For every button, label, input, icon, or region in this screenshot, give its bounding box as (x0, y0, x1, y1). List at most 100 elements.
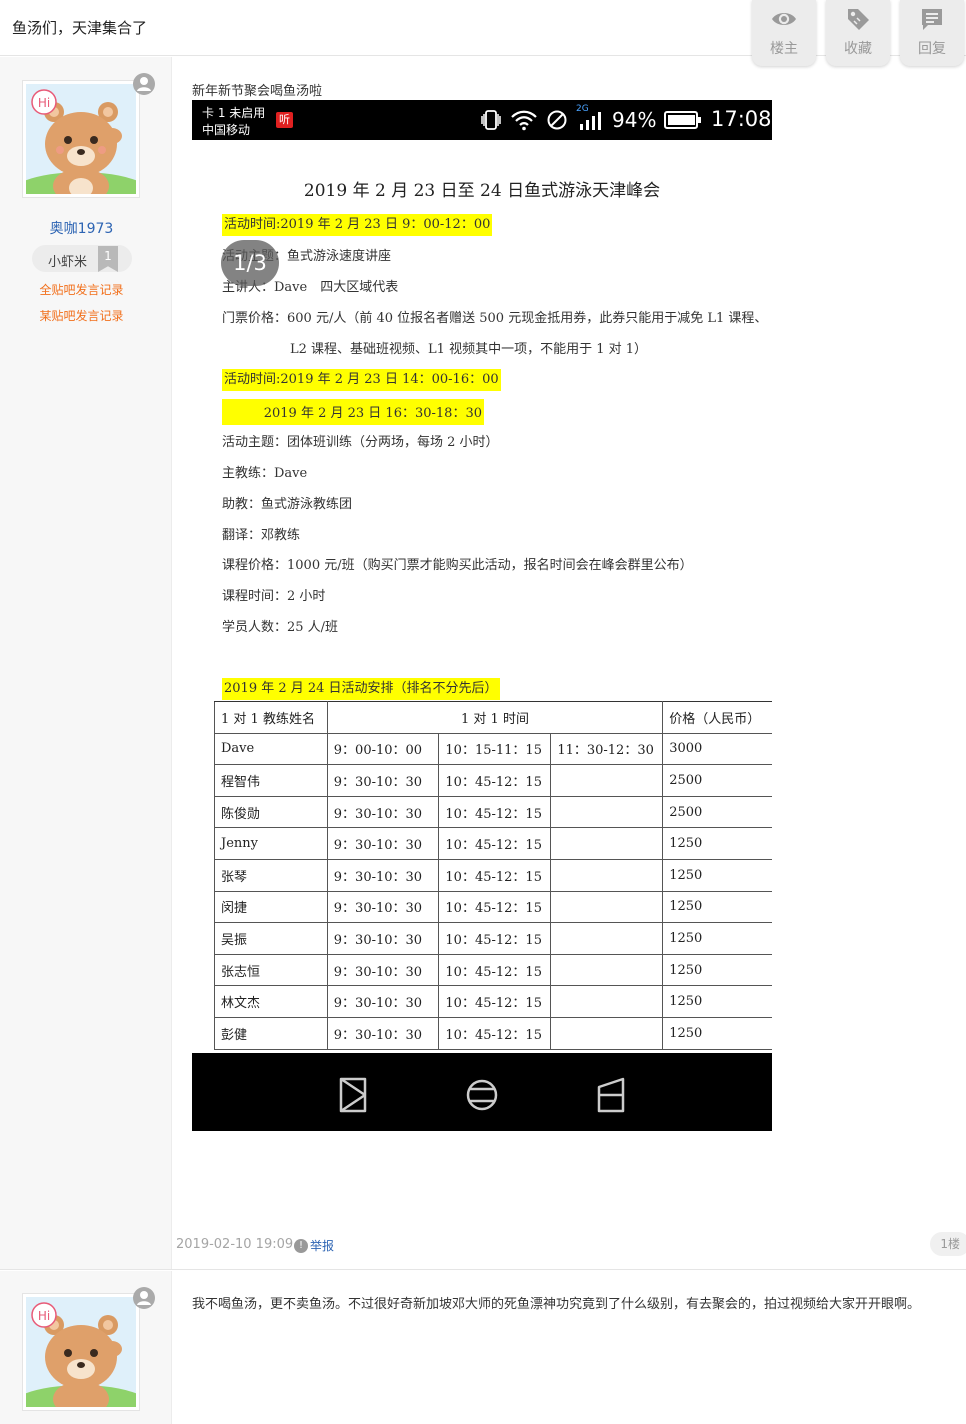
table-row: 张志恒 9：30-10：30 10：45-12：15 1250 (214, 953, 772, 987)
table-row: 吴振 9：30-10：30 10：45-12：15 1250 (214, 922, 772, 955)
tag-icon (848, 9, 869, 30)
signal-icon (580, 112, 601, 130)
table-cell (550, 985, 664, 1018)
carrier-name: 中国移动 (202, 123, 251, 137)
vibrate-icon (481, 110, 501, 130)
author-sidebar: Hi (0, 1271, 172, 1424)
doc-line: 门票价格：600 元/人（前 40 位报名者赠送 500 元现金抵用券，此券只能… (222, 311, 768, 326)
table-row: 彭健 9：30-10：30 10：45-12：15 1250 (214, 1016, 772, 1050)
report-link[interactable]: ! 举报 (294, 1237, 334, 1254)
post-image[interactable]: 卡 1 未启用 中国移动 听 2G 94% 17:08 2019 年 2 月 2… (192, 100, 772, 1131)
post-text: 我不喝鱼汤，更不卖鱼汤。不过很好奇新加坡邓大师的死鱼漂神功究竟到了什么级别，有去… (192, 1297, 921, 1312)
bear-avatar-image: Hi (26, 84, 136, 194)
svg-text:Hi: Hi (38, 96, 50, 110)
back-nav-icon[interactable] (338, 1075, 368, 1115)
doc-line: L2 课程、基础班视频、L1 视频其中一项，不能用于 1 对 1） (290, 342, 648, 357)
table-cell: 10：45-12：15 (438, 827, 552, 860)
table-cell: Jenny (214, 827, 328, 860)
post-floor-1: Hi 奥咖1973 小虾米 1 全贴吧发言记录 某贴吧发言记录 新年新节聚会喝鱼… (0, 57, 966, 1270)
table-row: 林文杰 9：30-10：30 10：45-12：15 1250 (214, 985, 772, 1018)
table-cell (550, 890, 664, 924)
table-cell (550, 764, 664, 797)
table-cell: Dave (214, 732, 328, 766)
reply-label: 回复 (918, 41, 946, 57)
home-nav-icon[interactable] (465, 1075, 499, 1115)
table-cell: 9：30-10：30 (326, 764, 440, 797)
table-cell: 闵捷 (214, 890, 328, 924)
owner-only-label: 楼主 (770, 41, 798, 57)
doc-line: 2019 年 2 月 24 日活动安排（排名不分先后） (222, 677, 500, 700)
table-cell: 张琴 (214, 858, 328, 892)
table-cell: 9：30-10：30 (326, 953, 440, 987)
status-icons: 2G 94% (480, 104, 702, 132)
doc-line: 翻译：邓教练 (222, 528, 301, 543)
sim1-status: 卡 1 未启用 (202, 106, 266, 120)
table-cell: 2500 (662, 795, 772, 829)
table-cell: 9：30-10：30 (326, 1016, 440, 1050)
table-cell: 9：30-10：30 (326, 827, 440, 860)
post-text: 新年新节聚会喝鱼汤啦 (192, 84, 323, 99)
table-cell: 林文杰 (214, 985, 328, 1018)
table-cell: 3000 (662, 732, 772, 766)
recent-nav-icon[interactable] (596, 1075, 626, 1115)
table-row: 陈俊勋 9：30-10：30 10：45-12：15 2500 (214, 795, 772, 829)
table-cell (550, 1016, 664, 1050)
wifi-icon (511, 110, 537, 131)
phone-status-bar: 卡 1 未启用 中国移动 听 2G 94% 17:08 (192, 100, 772, 140)
table-cell: 10：15-11：15 (438, 732, 552, 766)
table-cell: 9：00-10：00 (326, 732, 440, 766)
table-cell (550, 795, 664, 829)
table-cell: 彭健 (214, 1016, 328, 1050)
table-cell: 1250 (662, 985, 772, 1018)
all-forum-record-link[interactable]: 全贴吧发言记录 (0, 281, 163, 298)
table-cell (550, 858, 664, 892)
doc-line: 活动时间:2019 年 2 月 23 日 14：00-16：00 (222, 368, 501, 391)
table-cell: 吴振 (214, 922, 328, 955)
battery-icon (664, 111, 702, 129)
table-cell: 10：45-12：15 (438, 764, 552, 797)
no-sim-icon (547, 110, 567, 130)
floor-number: 1楼 (930, 1232, 966, 1256)
eye-icon (772, 13, 796, 25)
hd-icon: 听 (276, 112, 293, 128)
table-cell: 11：30-12：30 (550, 732, 664, 766)
phone-nav-bar (192, 1053, 772, 1131)
table-cell (550, 827, 664, 860)
doc-line: 主教练：Dave (222, 466, 308, 481)
table-cell (550, 953, 664, 987)
doc-line: 课程价格：1000 元/班（购买门票才能购买此活动，报名时间会在峰会群里公布） (222, 558, 693, 573)
signal-indicator: 2G (576, 104, 604, 132)
avatar[interactable]: Hi (22, 80, 140, 198)
table-cell: 10：45-12：15 (438, 795, 552, 829)
schedule-table: 1 对 1 教练姓名 1 对 1 时间 价格（人民币） Dave 9：00-10：… (214, 701, 772, 1050)
table-cell: 1250 (662, 922, 772, 955)
user-status-icon (133, 73, 155, 95)
table-cell: 9：30-10：30 (326, 795, 440, 829)
post-footer: 2019-02-10 19:09 ! 举报 1楼 (172, 1227, 966, 1263)
table-row: 张琴 9：30-10：30 10：45-12：15 1250 (214, 858, 772, 892)
avatar[interactable]: Hi (22, 1293, 140, 1411)
table-cell: 10：45-12：15 (438, 922, 552, 955)
this-forum-record-link[interactable]: 某贴吧发言记录 (0, 307, 163, 324)
alert-icon: ! (294, 1238, 308, 1253)
username[interactable]: 奥咖1973 (0, 218, 163, 238)
doc-line: 学员人数：25 人/班 (222, 620, 339, 635)
favorite-label: 收藏 (844, 41, 872, 57)
table-header: 1 对 1 教练姓名 (214, 701, 328, 734)
badge-name: 小虾米 (48, 255, 88, 270)
badge-level: 1 (98, 246, 118, 272)
table-cell: 程智伟 (214, 764, 328, 797)
table-header: 价格（人民币） (662, 701, 772, 734)
member-badge[interactable]: 小虾米 1 (32, 245, 132, 272)
image-pager: 1/3 (221, 240, 279, 286)
table-row: Jenny 9：30-10：30 10：45-12：15 1250 (214, 827, 772, 860)
table-cell: 1250 (662, 1016, 772, 1050)
user-status-icon (133, 1287, 155, 1309)
table-cell: 陈俊勋 (214, 795, 328, 829)
table-row: 程智伟 9：30-10：30 10：45-12：15 2500 (214, 764, 772, 797)
table-cell: 9：30-10：30 (326, 858, 440, 892)
battery-percent: 94% (612, 108, 657, 132)
post-time: 2019-02-10 19:09 (176, 1237, 294, 1252)
doc-title: 2019 年 2 月 23 日至 24 日鱼式游泳天津峰会 (303, 181, 661, 201)
table-cell: 10：45-12：15 (438, 1016, 552, 1050)
